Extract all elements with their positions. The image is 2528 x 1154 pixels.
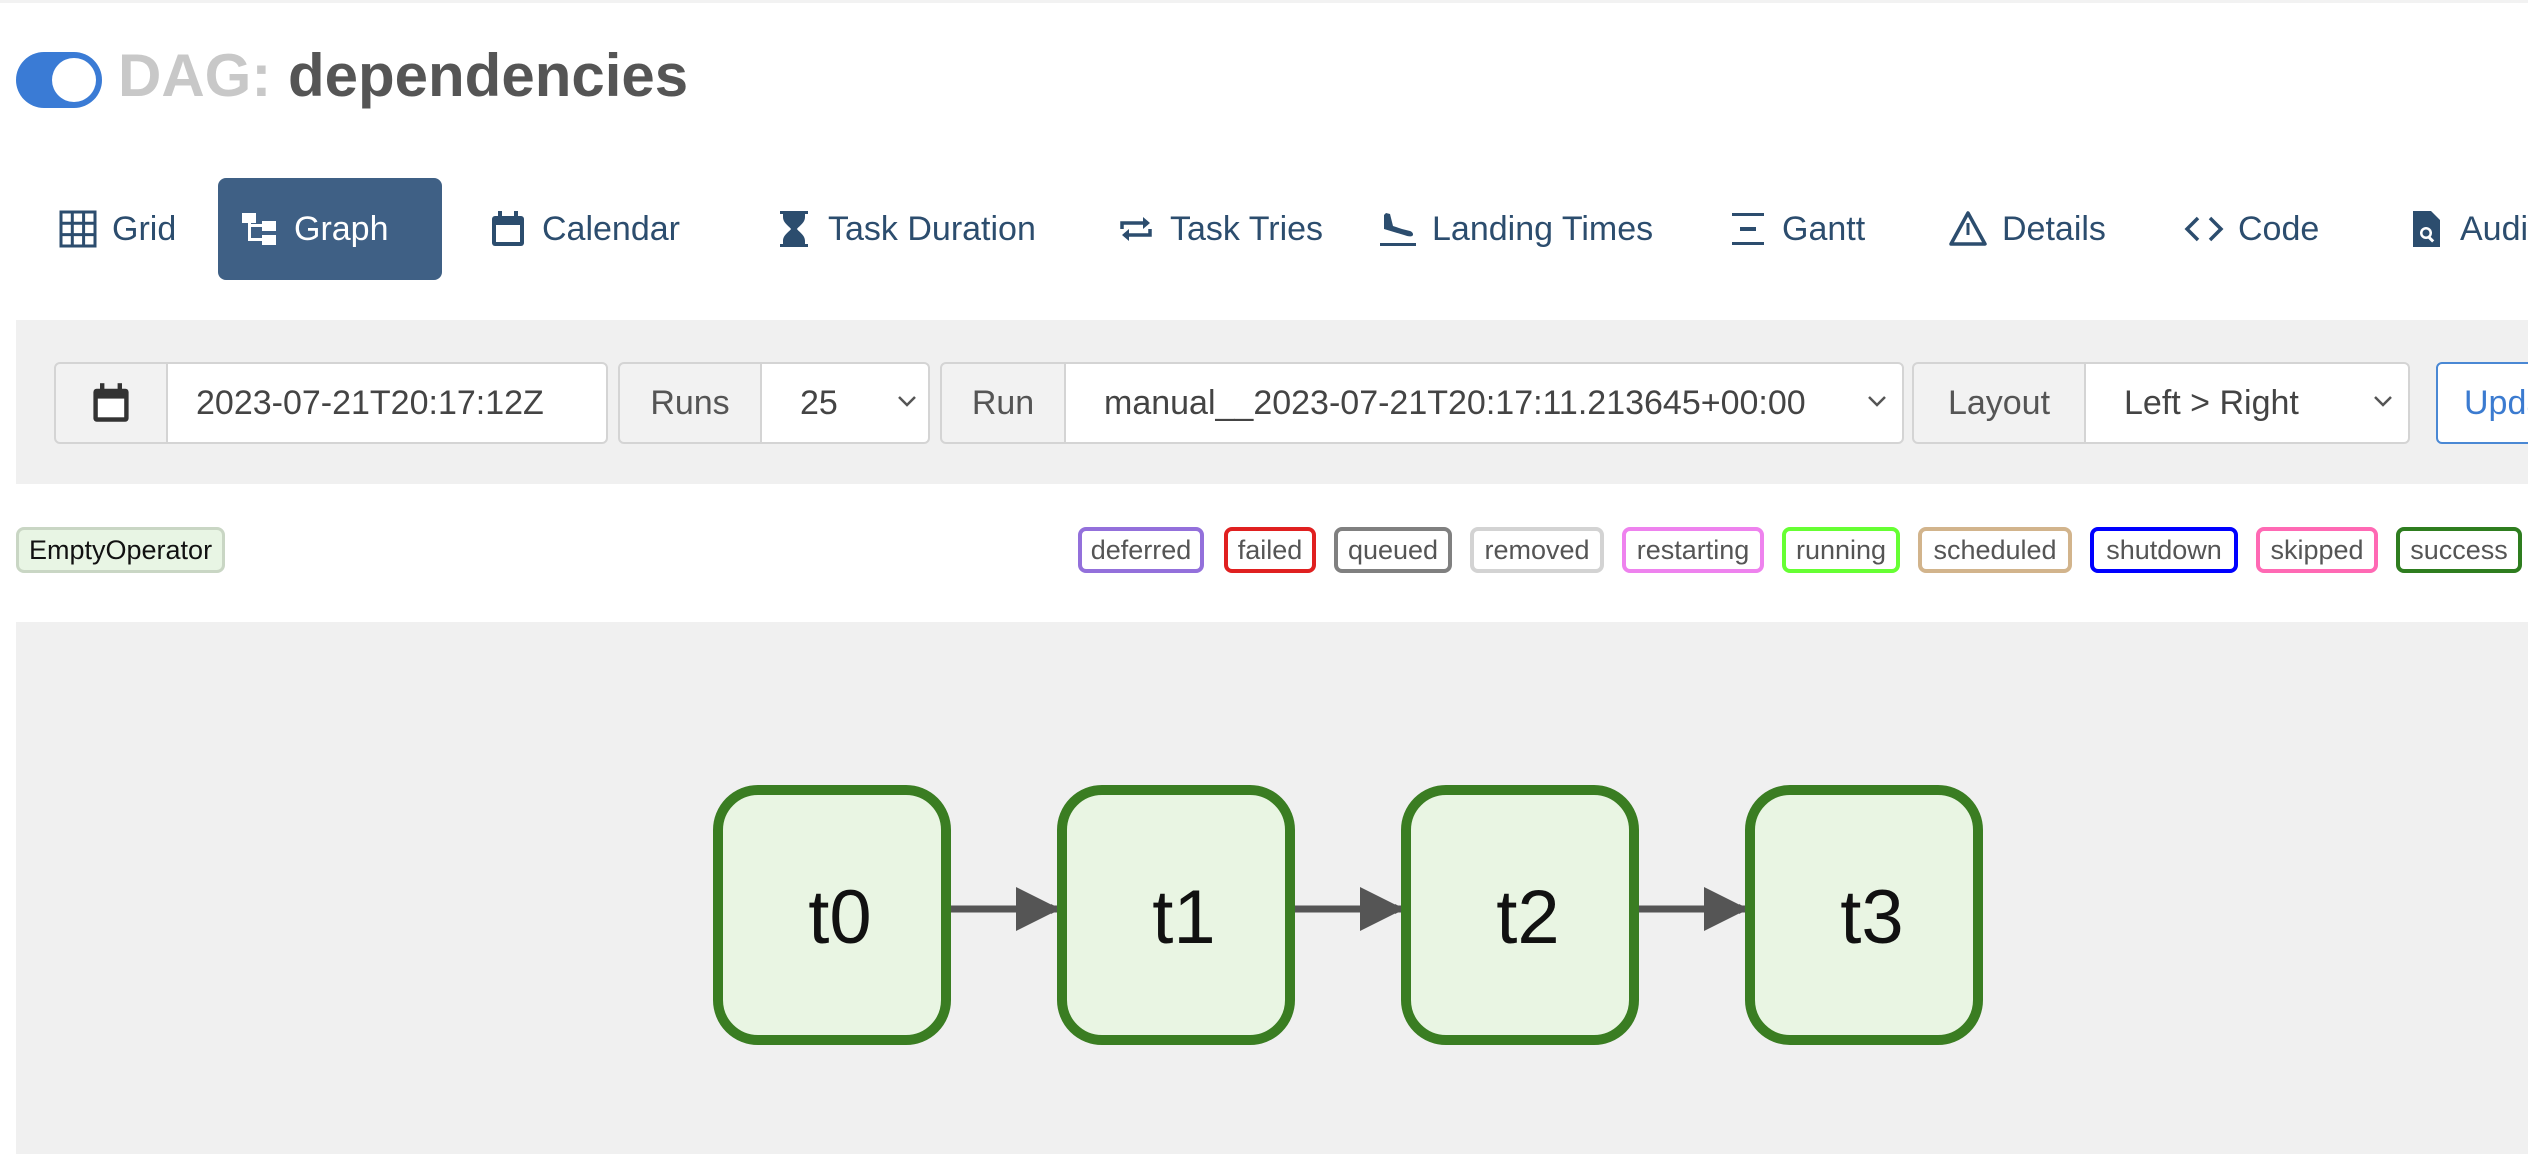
state-legend-failed[interactable]: failed: [1224, 527, 1316, 573]
tab-label: Task Duration: [828, 209, 1036, 248]
dag-name[interactable]: dependencies: [288, 42, 688, 109]
tab-label: Task Tries: [1170, 209, 1324, 248]
task-node-label: t3: [1840, 875, 1903, 960]
tab-gantt[interactable]: Gantt: [1706, 178, 1887, 280]
task-node-t2[interactable]: t2: [1401, 785, 1639, 1045]
tab-calendar[interactable]: Calendar: [466, 178, 702, 280]
chevron-down-icon: [898, 396, 916, 407]
file-search-icon: [2413, 211, 2440, 247]
tab-grid[interactable]: Grid: [36, 178, 198, 280]
runs-value: 25: [800, 384, 838, 422]
chevron-down-icon: [2374, 396, 2392, 407]
repeat-icon: [1120, 217, 1152, 241]
state-legend-restarting[interactable]: restarting: [1622, 527, 1764, 573]
code-icon: [2184, 216, 2224, 242]
run-label-text: Run: [971, 383, 1035, 422]
plane-landing-icon: [1380, 213, 1416, 246]
tab-graph[interactable]: Graph: [218, 178, 442, 280]
base-date-input[interactable]: 2023-07-21T20:17:12Z: [166, 362, 608, 444]
warning-triangle-icon: [1949, 211, 1987, 246]
dag-pause-toggle[interactable]: [16, 52, 102, 108]
task-node-t3[interactable]: t3: [1745, 785, 1983, 1045]
task-node-label: t2: [1496, 875, 1559, 960]
tab-task-tries[interactable]: Task Tries: [1094, 178, 1345, 280]
runs-label: Runs: [618, 362, 762, 444]
task-node-t1[interactable]: t1: [1057, 785, 1295, 1045]
edge-arrowhead: [1704, 887, 1748, 931]
run-value: manual__2023-07-21T20:17:11.213645+00:00: [1104, 384, 1806, 422]
base-date-value: 2023-07-21T20:17:12Z: [196, 384, 544, 422]
tab-label: Code: [2238, 209, 2320, 248]
graph-nodes: t0 t1 t2 t3: [713, 785, 1983, 1045]
layout-value: Left > Right: [2124, 384, 2299, 422]
layout-label: Layout: [1912, 362, 2086, 444]
state-legend-running[interactable]: running: [1782, 527, 1900, 573]
edge-arrowhead: [1016, 887, 1060, 931]
task-node-label: t1: [1152, 875, 1215, 960]
state-legend-queued[interactable]: queued: [1334, 527, 1452, 573]
graph-controls: 2023-07-21T20:17:12Z Runs 25 Run manual_…: [16, 320, 2528, 484]
update-button[interactable]: Update: [2436, 362, 2528, 444]
tab-task-duration[interactable]: Task Duration: [752, 178, 1058, 280]
base-date-calendar-button[interactable]: [54, 362, 168, 444]
tab-audit[interactable]: Audit: [2384, 178, 2528, 280]
tab-label: Gantt: [1782, 209, 1866, 248]
dag-graph-svg[interactable]: t0 t1 t2 t3: [16, 622, 2528, 1154]
calendar-icon: [492, 211, 524, 246]
edge-arrowhead: [1360, 887, 1404, 931]
tab-label: Calendar: [542, 209, 680, 248]
run-select[interactable]: manual__2023-07-21T20:17:11.213645+00:00: [1064, 362, 1904, 444]
runs-select[interactable]: 25: [760, 362, 930, 444]
graph-icon: [242, 213, 276, 245]
chevron-down-icon: [1868, 396, 1886, 407]
top-border: [0, 0, 2528, 3]
task-node-label: t0: [808, 875, 871, 960]
view-tabs: Grid Graph Calendar Task Duration Task T…: [0, 178, 2528, 280]
state-legend-deferred[interactable]: deferred: [1078, 527, 1204, 573]
grid-icon: [59, 210, 97, 248]
tab-code[interactable]: Code: [2162, 178, 2341, 280]
state-legend-skipped[interactable]: skipped: [2256, 527, 2378, 573]
hourglass-icon: [780, 211, 808, 247]
tab-label: Graph: [294, 209, 389, 248]
state-legend-removed[interactable]: removed: [1470, 527, 1604, 573]
tab-label: Landing Times: [1432, 209, 1654, 248]
runs-label-text: Runs: [650, 383, 730, 422]
layout-select[interactable]: Left > Right: [2084, 362, 2410, 444]
state-legend-scheduled[interactable]: scheduled: [1918, 527, 2072, 573]
toggle-knob: [52, 58, 96, 102]
dag-graph-canvas[interactable]: t0 t1 t2 t3: [16, 622, 2528, 1154]
tab-label: Grid: [112, 209, 177, 248]
task-node-t0[interactable]: t0: [713, 785, 951, 1045]
state-legend-shutdown[interactable]: shutdown: [2090, 527, 2238, 573]
state-legend-success[interactable]: success: [2396, 527, 2522, 573]
page-title: DAG: dependencies: [118, 36, 688, 116]
tab-landing-times[interactable]: Landing Times: [1356, 178, 1675, 280]
tab-label: Details: [2002, 209, 2106, 248]
title-prefix: DAG:: [118, 42, 272, 109]
gantt-icon: [1732, 213, 1764, 245]
run-label: Run: [940, 362, 1066, 444]
operator-legend-emptyoperator[interactable]: EmptyOperator: [16, 527, 226, 573]
calendar-icon: [93, 383, 129, 422]
layout-label-text: Layout: [1947, 383, 2051, 422]
tab-label: Audit: [2460, 209, 2528, 248]
tab-details[interactable]: Details: [1926, 178, 2128, 280]
